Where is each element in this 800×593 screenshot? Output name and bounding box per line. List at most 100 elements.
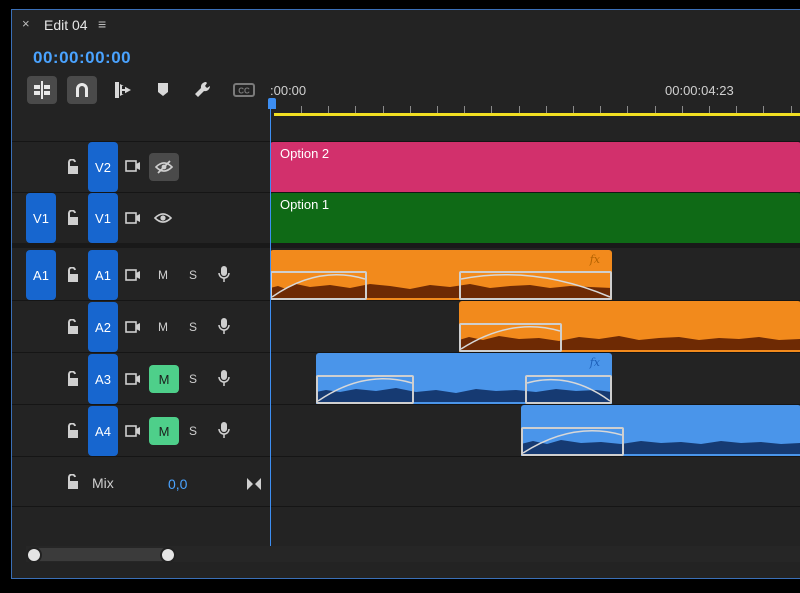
unlock-icon[interactable]	[66, 319, 80, 335]
playhead-line[interactable]	[270, 106, 271, 548]
track-target-a3[interactable]: A3	[88, 354, 118, 404]
mute-button-a4-active[interactable]: M	[149, 417, 179, 445]
track-header-mix: Mix 0,0	[12, 462, 270, 506]
clip-name: Option 2	[280, 146, 330, 161]
ruler-tick	[355, 106, 357, 113]
ruler-tick	[627, 106, 629, 113]
ruler-tick	[518, 106, 520, 113]
svg-text:CC: CC	[238, 87, 250, 96]
mute-button-a1[interactable]: M	[153, 268, 173, 282]
unlock-icon[interactable]	[66, 267, 80, 283]
crossfade-transition[interactable]	[459, 323, 562, 352]
track-header-a4: A4 M S	[12, 405, 270, 456]
ruler-tick	[573, 106, 574, 113]
ruler-tick	[437, 106, 438, 113]
ruler-tick	[709, 106, 710, 113]
fade-curve-icon	[522, 430, 623, 454]
ruler-tick	[654, 106, 656, 113]
track-header-a1: A1 A1 M S	[12, 250, 270, 300]
clip-name: Option 1	[280, 197, 330, 212]
solo-button-a1[interactable]: S	[183, 268, 203, 282]
toggle-sync-lock-icon[interactable]	[124, 423, 142, 439]
video-audio-divider[interactable]	[12, 243, 800, 248]
solo-button-a3[interactable]: S	[183, 372, 203, 386]
add-marker-icon	[158, 83, 168, 96]
toggle-sync-lock-icon[interactable]	[124, 267, 142, 283]
ruler-tick	[600, 106, 602, 113]
mute-button-a2[interactable]: M	[153, 320, 173, 334]
track-target-a2[interactable]: A2	[88, 302, 118, 352]
fade-curve-icon	[271, 274, 366, 298]
close-tab-button[interactable]: ×	[22, 16, 30, 31]
track-target-v1[interactable]: V1	[88, 193, 118, 243]
track-target-a1[interactable]: A1	[88, 250, 118, 300]
fx-badge: fx	[589, 253, 600, 266]
snap-button[interactable]	[67, 76, 97, 104]
time-ruler[interactable]: :00:00 00:00:04:23	[268, 76, 800, 117]
snap-magnet-icon	[76, 83, 88, 97]
timeline-settings-button[interactable]	[188, 76, 218, 104]
track-header-a3: A3 M S	[12, 353, 270, 404]
ruler-tick	[382, 106, 384, 113]
insert-nest-icon	[34, 81, 50, 99]
toggle-sync-lock-icon[interactable]	[124, 158, 142, 174]
toggle-sync-lock-icon[interactable]	[124, 319, 142, 335]
source-patch-a1[interactable]: A1	[26, 250, 56, 300]
zoom-handle-left[interactable]	[26, 547, 42, 563]
work-area-bar[interactable]	[274, 113, 800, 116]
toggle-sync-lock-icon[interactable]	[124, 210, 142, 226]
playhead-timecode[interactable]: 00:00:00:00	[33, 48, 131, 68]
captions-button[interactable]: CC	[229, 76, 259, 104]
zoom-scroll-thumb[interactable]	[34, 548, 168, 561]
unlock-icon[interactable]	[66, 210, 80, 226]
microphone-icon[interactable]	[216, 316, 232, 336]
source-patch-v1[interactable]: V1	[26, 193, 56, 243]
ruler-timecode-label: 00:00:04:23	[665, 83, 734, 98]
video-clip-option-1[interactable]: Option 1	[270, 193, 800, 243]
crossfade-transition[interactable]	[270, 271, 367, 300]
crossfade-transition[interactable]	[316, 375, 414, 404]
solo-button-a2[interactable]: S	[183, 320, 203, 334]
ruler-tick	[491, 106, 493, 113]
solo-button-a4[interactable]: S	[183, 424, 203, 438]
row-divider	[12, 506, 800, 507]
captions-cc-icon: CC	[233, 83, 255, 97]
crossfade-transition[interactable]	[521, 427, 624, 456]
wrench-settings-icon	[195, 81, 211, 97]
ruler-tick	[736, 106, 738, 113]
crossfade-transition[interactable]	[459, 271, 612, 300]
mix-volume-value[interactable]: 0,0	[168, 476, 187, 492]
zoom-handle-right[interactable]	[160, 547, 176, 563]
add-marker-button[interactable]	[148, 76, 178, 104]
unlock-icon[interactable]	[66, 371, 80, 387]
unlock-icon[interactable]	[66, 159, 80, 175]
eye-icon[interactable]	[152, 210, 174, 226]
go-to-edit-point-icon[interactable]	[246, 476, 262, 492]
track-target-a4[interactable]: A4	[88, 406, 118, 456]
video-clip-option-2[interactable]: Option 2	[270, 142, 800, 192]
panel-tab-bar: × Edit 04 ≡	[12, 10, 800, 38]
ruler-tick	[301, 106, 302, 113]
crossfade-transition[interactable]	[525, 375, 612, 404]
microphone-icon[interactable]	[216, 368, 232, 388]
hamburger-menu-icon[interactable]: ≡	[98, 16, 106, 32]
fade-curve-icon	[526, 378, 611, 402]
microphone-icon[interactable]	[216, 264, 232, 284]
track-target-v2[interactable]: V2	[88, 142, 118, 192]
mute-button-a3-active[interactable]: M	[149, 365, 179, 393]
ruler-tick	[790, 106, 792, 113]
linked-selection-icon	[115, 82, 131, 98]
ruler-tick	[409, 106, 411, 113]
insert-nest-button[interactable]	[27, 76, 57, 104]
ruler-tick	[681, 106, 683, 113]
ruler-tick	[328, 106, 330, 113]
sequence-tab-title[interactable]: Edit 04	[44, 17, 88, 33]
linked-selection-button[interactable]	[108, 76, 138, 104]
unlock-icon[interactable]	[66, 474, 80, 490]
unlock-icon[interactable]	[66, 423, 80, 439]
eye-hidden-icon[interactable]	[149, 153, 179, 181]
ruler-start-label: :00:00	[270, 83, 307, 98]
microphone-icon[interactable]	[216, 420, 232, 440]
timeline-panel: × Edit 04 ≡ 00:00:00:00 CC:00:00 00:00:…	[11, 9, 800, 579]
toggle-sync-lock-icon[interactable]	[124, 371, 142, 387]
